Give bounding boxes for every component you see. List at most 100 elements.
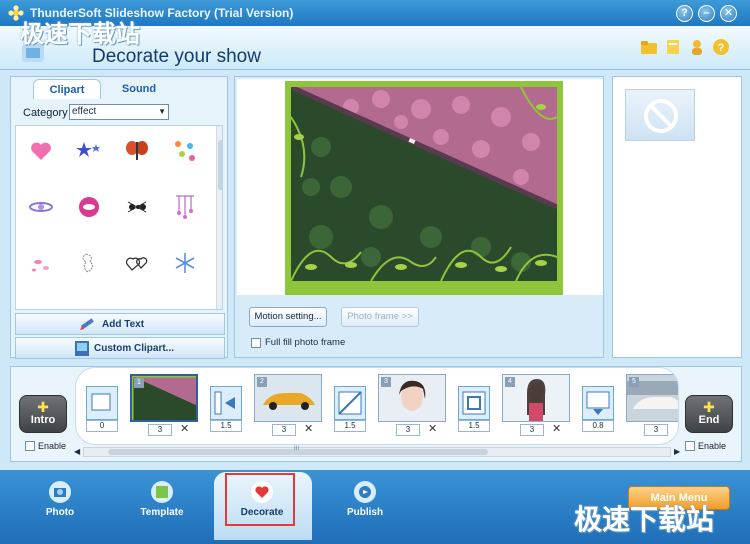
clipart-stars-icon[interactable] [76, 138, 102, 164]
slide-thumbnail[interactable]: 1 3 ✕ [130, 374, 198, 438]
delete-slide-icon[interactable]: ✕ [552, 422, 561, 435]
page-header: 极速下载站 Decorate your show ? [0, 20, 750, 70]
slide-duration[interactable]: 3 [520, 424, 544, 436]
help-icon[interactable]: ? [712, 38, 730, 56]
transition-left-arrow-icon [214, 391, 235, 415]
transition-duration[interactable]: 1.5 [458, 420, 490, 432]
transition-right-icon [91, 393, 111, 411]
slide-thumbnail[interactable]: 4 3 ✕ [502, 374, 570, 438]
intro-button[interactable]: ✚ Intro [19, 395, 67, 433]
transition-duration[interactable]: 1.5 [334, 420, 366, 432]
close-window-button[interactable]: ✕ [720, 5, 737, 22]
user-icon[interactable] [688, 38, 706, 56]
nav-template[interactable]: Template [122, 480, 202, 526]
transition-slot[interactable] [210, 386, 242, 420]
tab-sound[interactable]: Sound [105, 79, 173, 99]
clipart-partial-icon[interactable] [76, 298, 102, 310]
end-enable-checkbox[interactable] [685, 441, 695, 451]
clipart-heart-icon[interactable] [28, 138, 54, 164]
slide-duration[interactable]: 3 [272, 424, 296, 436]
help-window-button[interactable]: ? [676, 5, 693, 22]
clipart-scrollbar[interactable] [216, 126, 222, 309]
clipart-partial-icon-2[interactable] [124, 298, 150, 310]
clipart-petals-icon[interactable] [28, 250, 54, 276]
clipart-butterfly-icon[interactable] [124, 138, 150, 164]
slide-number: 5 [629, 377, 639, 387]
preview-panel: Motion setting... Photo frame >> Full fi… [234, 76, 604, 358]
transition-slot[interactable] [458, 386, 490, 420]
decoration-list-panel [612, 76, 742, 358]
forest-photo [291, 87, 557, 281]
transition-down-arrow-icon [586, 391, 610, 415]
document-icon[interactable] [664, 38, 682, 56]
clipart-panel: Clipart Sound Category effect ▼ Add Text… [10, 76, 228, 359]
category-select[interactable]: effect ▼ [69, 104, 169, 120]
tab-clipart[interactable]: Clipart [33, 79, 101, 99]
end-button[interactable]: ✚ End [685, 395, 733, 433]
slide-number: 4 [505, 377, 515, 387]
clipart-snowflake-icon[interactable] [172, 250, 198, 276]
end-enable-label: Enable [698, 441, 727, 451]
photo-frame-button[interactable]: Photo frame >> [341, 307, 419, 327]
add-text-button[interactable]: Add Text [15, 313, 225, 335]
storyboard-timeline: ✚ Intro Enable 0 1 3 ✕ 1.5 2 3 ✕ 1.5 3 3… [10, 366, 742, 462]
slide-thumbnail[interactable]: 2 3 ✕ [254, 374, 322, 438]
minimize-button[interactable]: – [698, 5, 715, 22]
nav-photo[interactable]: Photo [20, 480, 100, 526]
preview-canvas [237, 79, 603, 295]
timeline-scrollbar[interactable]: ◀ III ▶ [74, 446, 680, 457]
slide-number: 2 [257, 377, 267, 387]
nav-photo-label: Photo [45, 507, 75, 518]
delete-slide-icon[interactable]: ✕ [304, 422, 313, 435]
clipart-ant-icon[interactable] [124, 194, 150, 220]
folder-icon[interactable] [640, 38, 658, 56]
intro-label: Intro [30, 414, 56, 426]
watermark-bottom: 极速下载站 [574, 503, 715, 536]
full-fill-label: Full fill photo frame [265, 337, 346, 348]
scroll-thumb[interactable]: III [108, 446, 488, 455]
nav-publish[interactable]: Publish [325, 480, 405, 526]
scroll-right-icon[interactable]: ▶ [674, 447, 680, 456]
transition-slot[interactable] [582, 386, 614, 420]
chevron-down-icon: ▼ [158, 107, 166, 116]
clipart-heart-outline-icon[interactable] [124, 250, 150, 276]
watermark-top: 极速下载站 [20, 20, 140, 48]
clipart-swirl-icon[interactable] [28, 194, 54, 220]
clipart-lips-icon[interactable] [76, 194, 102, 220]
transition-duration[interactable]: 0 [86, 420, 118, 432]
slide-duration[interactable]: 3 [148, 424, 172, 436]
image-icon [75, 341, 89, 356]
slide-duration[interactable]: 3 [644, 424, 668, 436]
pencil-icon [80, 318, 94, 330]
end-label: End [698, 414, 720, 426]
transition-slot[interactable] [334, 386, 366, 420]
custom-clipart-button[interactable]: Custom Clipart... [15, 337, 225, 359]
photo-frame[interactable] [285, 81, 563, 295]
clipart-hanging-icon[interactable] [172, 194, 198, 220]
transition-duration[interactable]: 1.5 [210, 420, 242, 432]
clipart-outline-icon[interactable] [76, 250, 102, 276]
plus-icon: ✚ [703, 399, 715, 415]
clipart-confetti-icon[interactable] [172, 138, 198, 164]
slide-number: 3 [381, 377, 391, 387]
transition-duration[interactable]: 0.8 [582, 420, 614, 432]
intro-enable-checkbox[interactable] [25, 441, 35, 451]
bottom-navigation: Photo Template Decorate Publish Main Men… [0, 470, 750, 544]
delete-slide-icon[interactable]: ✕ [428, 422, 437, 435]
transition-slot[interactable] [86, 386, 118, 420]
delete-slide-icon[interactable]: ✕ [180, 422, 189, 435]
scroll-left-icon[interactable]: ◀ [74, 447, 80, 456]
motion-setting-button[interactable]: Motion setting... [249, 307, 327, 327]
slide-duration[interactable]: 3 [396, 424, 420, 436]
svg-text:?: ? [718, 42, 725, 54]
slide-thumbnail[interactable]: 3 3 ✕ [378, 374, 446, 438]
nav-template-label: Template [140, 507, 184, 518]
scroll-grip-icon: III [294, 446, 300, 452]
no-decoration-thumbnail[interactable] [625, 89, 695, 141]
clipart-grid [15, 125, 223, 310]
page-title: Decorate your show [92, 46, 261, 67]
scroll-thumb[interactable] [218, 140, 222, 190]
slide-thumbnail[interactable]: 5 3 [626, 374, 678, 438]
full-fill-checkbox[interactable] [251, 338, 261, 348]
selection-highlight [225, 473, 295, 526]
